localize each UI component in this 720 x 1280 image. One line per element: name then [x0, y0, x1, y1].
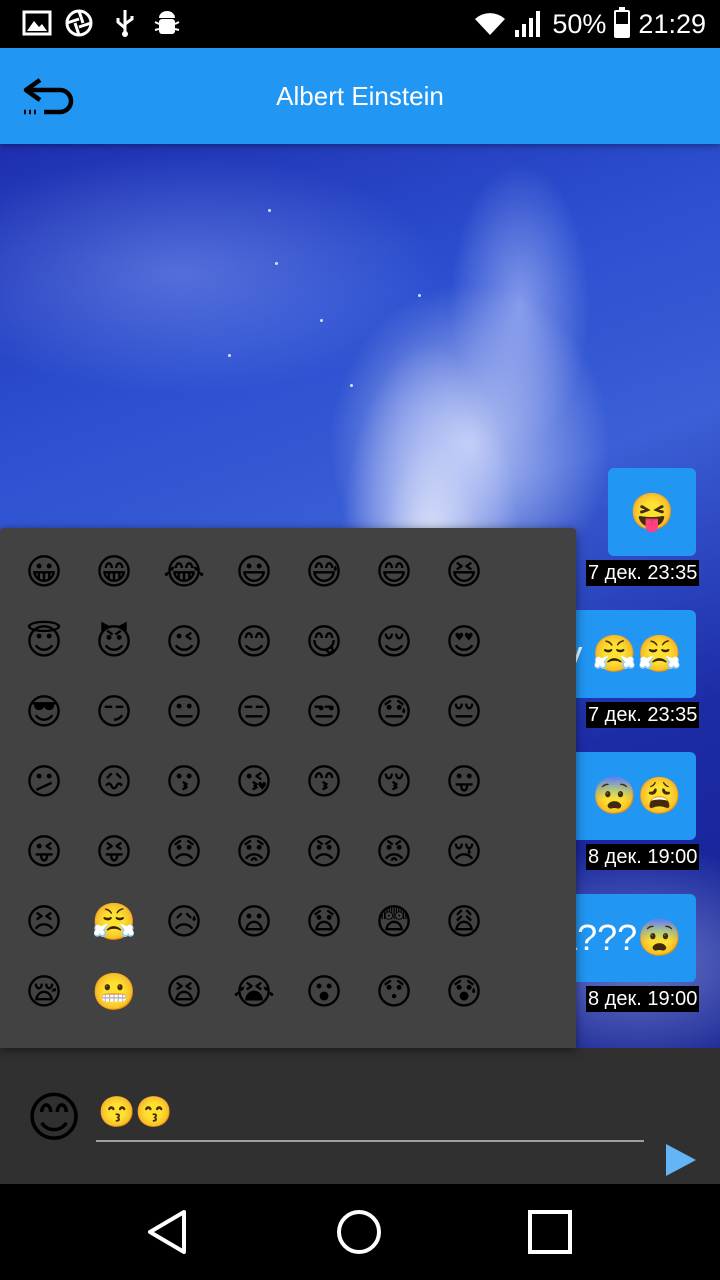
emoji-option[interactable]: 😍	[429, 607, 499, 677]
emoji-option[interactable]: 😆	[429, 537, 499, 607]
emoji-option[interactable]: 😮	[289, 957, 359, 1027]
emoji-option[interactable]: 😑	[219, 677, 289, 747]
emoji-option[interactable]: 😌	[359, 607, 429, 677]
emoji-option[interactable]: 😙	[289, 747, 359, 817]
emoji-option[interactable]: 😬	[79, 957, 149, 1027]
emoji-option[interactable]: 😛	[429, 747, 499, 817]
wifi-icon	[475, 13, 506, 36]
star	[350, 384, 353, 387]
send-icon[interactable]	[660, 1140, 700, 1180]
back-triangle-icon[interactable]	[140, 1204, 196, 1260]
message-timestamp: 8 дек. 19:00	[586, 986, 700, 1012]
home-circle-icon[interactable]	[331, 1204, 387, 1260]
emoji-option[interactable]: 😊	[219, 607, 289, 677]
emoji-option[interactable]: 😎	[9, 677, 79, 747]
emoji-option[interactable]: 😉	[149, 607, 219, 677]
message-timestamp: 7 дек. 23:35	[586, 560, 700, 586]
emoji-option[interactable]: 😀	[9, 537, 79, 607]
emoji-option[interactable]: 😰	[429, 957, 499, 1027]
emoji-option[interactable]: 😦	[219, 887, 289, 957]
emoji-option[interactable]: 😁	[79, 537, 149, 607]
emoji-option[interactable]: 😒	[289, 677, 359, 747]
emoji-toggle-button[interactable]: 😊	[22, 1086, 86, 1150]
emoji-option[interactable]: 😓	[359, 677, 429, 747]
emoji-picker-panel: 😀 😁 😂 😃 😅 😄 😆 😇 😈 😉 😊 😋 😌 😍 😎 😏 😐 😑 😒 😓 😔 😕 😖 😗 😘 😙 😚 😛 😜 😝 😞 😟 😠 😡 😢 😣 😤 😥 😦 😧…	[0, 528, 576, 1048]
emoji-option[interactable]: 😫	[149, 957, 219, 1027]
back-arrow-icon[interactable]	[20, 72, 76, 120]
page-title: Albert Einstein	[276, 81, 444, 111]
emoji-option[interactable]: 😯	[359, 957, 429, 1027]
message-input[interactable]	[96, 1084, 644, 1142]
emoji-option[interactable]: 😣	[9, 887, 79, 957]
emoji-option[interactable]: 😃	[219, 537, 289, 607]
emoji-option[interactable]: 😇	[9, 607, 79, 677]
aperture-icon	[65, 9, 93, 37]
emoji-option[interactable]: 😝	[79, 817, 149, 887]
emoji-option[interactable]: 😪	[9, 957, 79, 1027]
recents-square-icon[interactable]	[522, 1204, 578, 1260]
status-bar: 50% 21:29	[0, 0, 720, 48]
emoji-option[interactable]: 😅	[289, 537, 359, 607]
signal-icon	[515, 11, 541, 37]
emoji-option[interactable]: 😋	[289, 607, 359, 677]
star	[275, 262, 278, 265]
emoji-option[interactable]: 😚	[359, 747, 429, 817]
star	[418, 294, 421, 297]
emoji-option[interactable]: 😘	[219, 747, 289, 817]
android-debug-icon	[154, 11, 180, 34]
emoji-option[interactable]: 😤	[79, 887, 149, 957]
battery-icon	[614, 7, 631, 38]
emoji-option[interactable]: 😢	[429, 817, 499, 887]
app-bar: Albert Einstein	[0, 48, 720, 144]
emoji-option[interactable]: 😗	[149, 747, 219, 817]
emoji-option[interactable]: 😠	[289, 817, 359, 887]
emoji-option[interactable]: 😏	[79, 677, 149, 747]
emoji-grid: 😀 😁 😂 😃 😅 😄 😆 😇 😈 😉 😊 😋 😌 😍 😎 😏 😐 😑 😒 😓 😔 😕 😖 😗 😘 😙 😚 😛 😜 😝 😞 😟 😠 😡 😢 😣 😤 😥 😦 😧…	[9, 537, 499, 1027]
emoji-option[interactable]: 😭	[219, 957, 289, 1027]
emoji-option[interactable]: 😩	[429, 887, 499, 957]
message-timestamp: 8 дек. 19:00	[586, 844, 700, 870]
emoji-option[interactable]: 😡	[359, 817, 429, 887]
emoji-option[interactable]: 😄	[359, 537, 429, 607]
emoji-option[interactable]: 😧	[289, 887, 359, 957]
emoji-option[interactable]: 😖	[79, 747, 149, 817]
emoji-option[interactable]: 😨	[359, 887, 429, 957]
image-icon	[22, 10, 52, 36]
battery-percent: 50%	[552, 8, 607, 39]
emoji-option[interactable]: 😕	[9, 747, 79, 817]
star	[228, 354, 231, 357]
emoji-option[interactable]: 😟	[219, 817, 289, 887]
message-bubble[interactable]: 😝	[608, 468, 696, 556]
star	[320, 319, 323, 322]
emoji-option[interactable]: 😂	[149, 537, 219, 607]
message-input-bar: 😊	[0, 1048, 720, 1184]
clock: 21:29	[638, 8, 706, 39]
star	[268, 209, 271, 212]
emoji-option[interactable]: 😈	[79, 607, 149, 677]
message-timestamp: 7 дек. 23:35	[586, 702, 700, 728]
emoji-option[interactable]: 😜	[9, 817, 79, 887]
navigation-bar	[0, 1184, 720, 1280]
usb-icon	[116, 10, 134, 37]
emoji-option[interactable]: 😥	[149, 887, 219, 957]
emoji-option[interactable]: 😐	[149, 677, 219, 747]
emoji-option[interactable]: 😞	[149, 817, 219, 887]
emoji-option[interactable]: 😔	[429, 677, 499, 747]
